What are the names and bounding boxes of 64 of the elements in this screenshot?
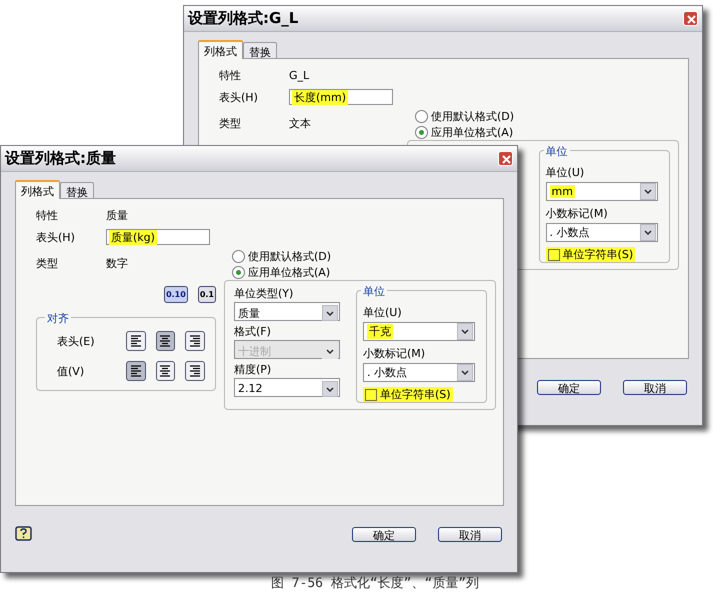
dropdown[interactable]: 质量	[234, 302, 340, 321]
align-center-button[interactable]	[156, 331, 176, 351]
property-value: 质量	[106, 208, 128, 222]
radio-option[interactable]: 使用默认格式(D)	[407, 108, 679, 124]
field-label: 表头(H)	[36, 230, 76, 244]
align-center-button[interactable]	[156, 361, 176, 381]
field-label: 表头(E)	[57, 334, 96, 348]
type-value: 文本	[289, 116, 311, 130]
align-center-icon	[158, 364, 172, 378]
align-left-icon	[128, 364, 143, 378]
tab[interactable]: 列格式	[198, 40, 243, 59]
align-right-button[interactable]	[185, 361, 205, 381]
checkbox[interactable]: 单位字符串(S)	[363, 387, 453, 402]
tab[interactable]: 替换	[243, 42, 277, 58]
field-label: 单位(U)	[363, 305, 403, 320]
precision-button[interactable]: 0.1	[198, 286, 216, 303]
align-left-icon	[128, 334, 143, 348]
align-left-button[interactable]	[126, 361, 146, 381]
field-label: 值(V)	[57, 364, 86, 378]
checkbox[interactable]: 单位字符串(S)	[546, 247, 636, 262]
dropdown[interactable]: 千克	[363, 322, 475, 341]
align-left-button[interactable]	[126, 331, 146, 351]
header-input-field[interactable]: 质量(kg)	[106, 229, 210, 245]
dropdown[interactable]: . 小数点	[546, 223, 658, 242]
dropdown[interactable]: mm	[546, 182, 658, 201]
field-label: 类型	[36, 256, 59, 270]
field-label: 格式(F)	[234, 324, 272, 338]
dropdown[interactable]: . 小数点	[363, 363, 475, 382]
field-label: 精度(P)	[234, 362, 272, 376]
radio-option[interactable]: 应用单位格式(A)	[407, 124, 679, 140]
help-icon[interactable]	[15, 526, 33, 542]
group-legend: 单位	[544, 144, 570, 159]
figure-caption: 图 7-56 格式化“长度”、“质量”列	[270, 576, 480, 591]
field-label: 表头(H)	[219, 90, 259, 104]
field-label: 单位(U)	[546, 165, 586, 180]
field-label: 特性	[36, 208, 59, 222]
radio-option[interactable]: 应用单位格式(A)	[224, 264, 496, 280]
field-label: 类型	[219, 116, 242, 130]
tab[interactable]: 替换	[60, 182, 94, 198]
window-title: 设置列格式:G_L	[188, 9, 298, 28]
field-label: 小数标记(M)	[546, 206, 609, 221]
header-input-field[interactable]: 长度(mm)	[289, 89, 393, 105]
type-value: 数字	[106, 256, 128, 270]
group-legend: 单位	[361, 284, 387, 299]
align-right-icon	[188, 364, 202, 378]
align-right-button[interactable]	[185, 331, 205, 351]
field-label: 单位类型(Y)	[234, 286, 294, 300]
tab[interactable]: 列格式	[15, 180, 60, 199]
field-label: 特性	[219, 68, 242, 82]
close-icon[interactable]	[683, 11, 698, 26]
align-right-icon	[188, 334, 202, 348]
dialog-button[interactable]: 确定	[352, 526, 416, 542]
close-icon[interactable]	[498, 151, 513, 166]
window-title: 设置列格式:质量	[5, 149, 116, 168]
dropdown[interactable]: 2.12	[234, 378, 340, 397]
align-center-icon	[158, 334, 172, 348]
dialog-button[interactable]: 取消	[438, 526, 502, 542]
property-value: G_L	[289, 68, 310, 82]
field-label: 小数标记(M)	[363, 346, 426, 361]
precision-button[interactable]: 0.10	[164, 286, 188, 303]
radio-option[interactable]: 使用默认格式(D)	[224, 248, 496, 264]
dialog-button[interactable]: 取消	[623, 380, 687, 394]
dialog-button[interactable]: 确定	[537, 380, 601, 394]
group-legend: 对齐	[45, 311, 71, 326]
